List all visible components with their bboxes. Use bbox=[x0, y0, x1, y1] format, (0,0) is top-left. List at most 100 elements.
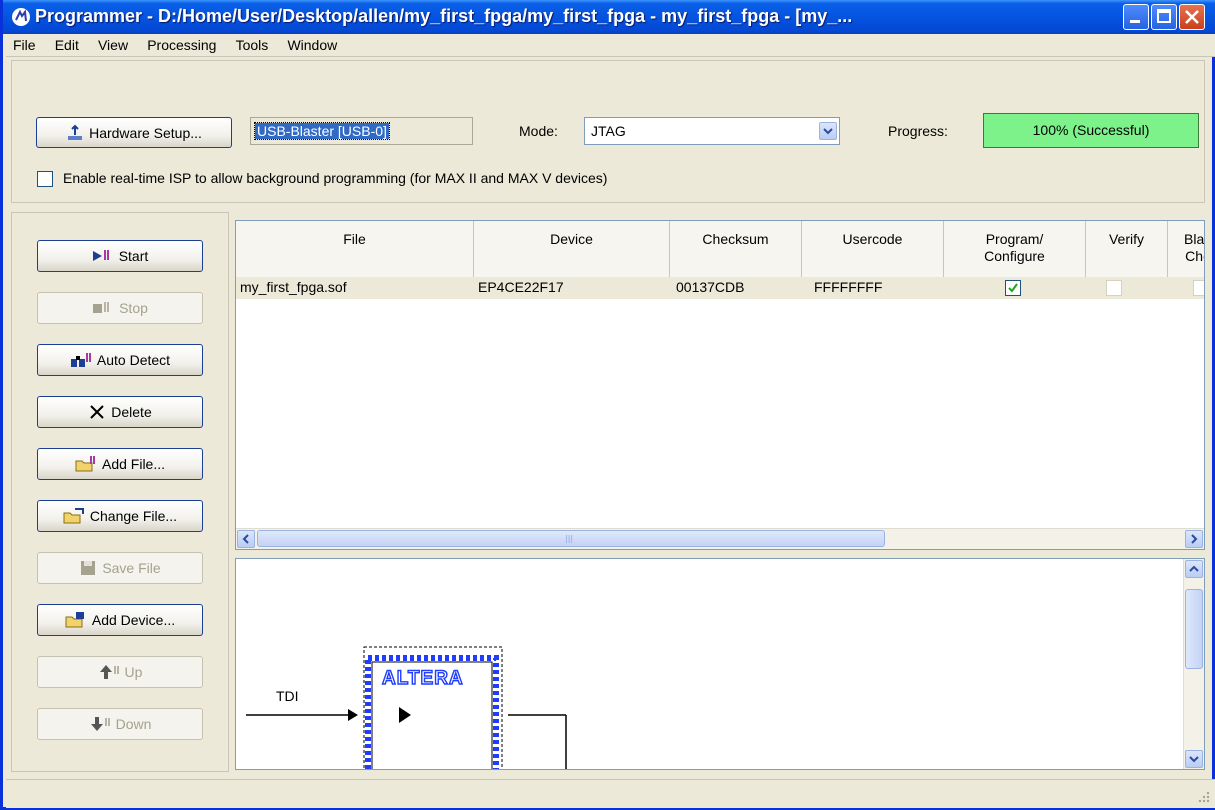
up-button[interactable]: Up bbox=[37, 656, 203, 688]
quartus-app-icon bbox=[12, 8, 30, 26]
scroll-grip-icon: ||| bbox=[565, 534, 574, 543]
menu-edit[interactable]: Edit bbox=[48, 34, 87, 53]
diagram-vertical-scrollbar[interactable] bbox=[1183, 559, 1204, 769]
down-label: Down bbox=[115, 716, 152, 732]
minimize-icon bbox=[1130, 20, 1140, 23]
menu-tools[interactable]: Tools bbox=[229, 34, 277, 53]
menu-view[interactable]: View bbox=[91, 34, 136, 53]
table-horizontal-scrollbar[interactable]: ||| bbox=[236, 528, 1204, 549]
device-file-table: File Device Checksum Usercode Program/ C… bbox=[235, 220, 1205, 550]
hardware-value: USB-Blaster [USB-0] bbox=[254, 122, 390, 140]
mode-value: JTAG bbox=[591, 123, 626, 139]
delete-icon bbox=[88, 403, 106, 421]
col-header-blank-check[interactable]: Blan Che bbox=[1168, 221, 1204, 277]
add-file-label: Add File... bbox=[101, 456, 166, 472]
progress-label: Progress: bbox=[888, 123, 948, 139]
resize-grip-icon[interactable] bbox=[1197, 790, 1211, 804]
mode-select[interactable]: JTAG bbox=[584, 117, 840, 145]
menu-bar: File Edit View Processing Tools Window bbox=[6, 34, 1215, 57]
stop-label: Stop bbox=[119, 300, 148, 316]
tdi-arrow bbox=[348, 709, 358, 721]
status-bar bbox=[6, 779, 1215, 808]
auto-detect-button[interactable]: Auto Detect bbox=[37, 344, 203, 376]
col-header-device[interactable]: Device bbox=[474, 221, 670, 277]
menu-file[interactable]: File bbox=[6, 34, 44, 53]
cell-usercode: FFFFFFFF bbox=[814, 279, 883, 295]
jtag-chain-diagram: TDI ALTERA bbox=[235, 558, 1205, 770]
isp-checkbox[interactable] bbox=[37, 171, 53, 187]
hardware-setup-label: Hardware Setup... bbox=[89, 124, 202, 141]
chain-canvas: TDI ALTERA bbox=[246, 646, 567, 769]
title-bar[interactable]: Programmer - D:/Home/User/Desktop/allen/… bbox=[3, 0, 1215, 34]
change-file-icon bbox=[63, 507, 85, 525]
change-file-label: Change File... bbox=[89, 508, 178, 524]
save-file-label: Save File bbox=[102, 560, 161, 576]
progress-bar: 100% (Successful) bbox=[983, 113, 1199, 148]
table-row[interactable]: my_first_fpga.sof EP4CE22F17 00137CDB FF… bbox=[236, 277, 1204, 299]
down-button[interactable]: Down bbox=[37, 708, 203, 740]
progress-text: 100% (Successful) bbox=[1032, 122, 1150, 138]
scroll-left-button[interactable] bbox=[237, 530, 255, 548]
hardware-field: USB-Blaster [USB-0] bbox=[250, 117, 473, 145]
cell-device: EP4CE22F17 bbox=[478, 279, 564, 295]
delete-label: Delete bbox=[111, 404, 152, 420]
stop-button[interactable]: Stop bbox=[37, 292, 203, 324]
blank-check-checkbox[interactable] bbox=[1193, 280, 1204, 296]
isp-checkbox-label: Enable real-time ISP to allow background… bbox=[63, 170, 608, 186]
close-icon bbox=[1185, 10, 1199, 24]
menu-window[interactable]: Window bbox=[280, 34, 345, 53]
col-header-usercode[interactable]: Usercode bbox=[802, 221, 944, 277]
up-icon bbox=[98, 663, 120, 681]
stop-icon bbox=[92, 300, 114, 316]
start-button[interactable]: Start bbox=[37, 240, 203, 272]
save-file-button[interactable]: Save File bbox=[37, 552, 203, 584]
scroll-up-button[interactable] bbox=[1185, 560, 1203, 578]
cell-checksum: 00137CDB bbox=[676, 279, 745, 295]
menu-processing[interactable]: Processing bbox=[140, 34, 224, 53]
window-title: Programmer - D:/Home/User/Desktop/allen/… bbox=[35, 6, 853, 26]
add-file-icon bbox=[75, 455, 97, 473]
scroll-right-button[interactable] bbox=[1185, 530, 1203, 548]
hardware-setup-button[interactable]: Hardware Setup... bbox=[36, 117, 232, 148]
chevron-down-icon bbox=[823, 128, 833, 135]
altera-logo: ALTERA bbox=[382, 668, 464, 689]
auto-detect-label: Auto Detect bbox=[96, 352, 171, 368]
chevron-up-icon bbox=[1189, 565, 1199, 572]
mode-dropdown-button[interactable] bbox=[819, 122, 837, 140]
checkmark-icon bbox=[1008, 283, 1018, 293]
change-file-button[interactable]: Change File... bbox=[37, 500, 203, 532]
vertical-scroll-thumb[interactable] bbox=[1185, 589, 1203, 669]
down-icon bbox=[89, 715, 111, 733]
program-configure-checkbox[interactable] bbox=[1005, 280, 1021, 296]
scroll-down-button[interactable] bbox=[1185, 750, 1203, 768]
programmer-window: Programmer - D:/Home/User/Desktop/allen/… bbox=[0, 0, 1215, 810]
horizontal-scroll-thumb[interactable]: ||| bbox=[257, 530, 885, 547]
up-label: Up bbox=[124, 664, 143, 680]
auto-detect-icon bbox=[70, 351, 92, 369]
tdi-label: TDI bbox=[276, 688, 299, 704]
start-icon bbox=[92, 248, 114, 264]
add-file-button[interactable]: Add File... bbox=[37, 448, 203, 480]
minimize-button[interactable] bbox=[1123, 4, 1149, 30]
start-label: Start bbox=[118, 248, 149, 264]
verify-checkbox[interactable] bbox=[1106, 280, 1122, 296]
chevron-right-icon bbox=[1191, 534, 1198, 544]
hardware-setup-icon bbox=[68, 124, 83, 140]
chevron-left-icon bbox=[242, 534, 249, 544]
col-header-program-configure[interactable]: Program/ Configure bbox=[944, 221, 1086, 277]
add-device-button[interactable]: Add Device... bbox=[37, 604, 203, 636]
col-header-checksum[interactable]: Checksum bbox=[670, 221, 802, 277]
close-button[interactable] bbox=[1179, 4, 1205, 30]
save-file-icon bbox=[79, 559, 97, 577]
chevron-down-icon bbox=[1189, 756, 1199, 763]
maximize-button[interactable] bbox=[1151, 4, 1177, 30]
col-header-verify[interactable]: Verify bbox=[1086, 221, 1168, 277]
add-device-icon bbox=[65, 611, 87, 629]
cell-file: my_first_fpga.sof bbox=[240, 279, 347, 295]
col-header-file[interactable]: File bbox=[236, 221, 474, 277]
table-header: File Device Checksum Usercode Program/ C… bbox=[236, 221, 1204, 278]
mode-label: Mode: bbox=[519, 123, 558, 139]
add-device-label: Add Device... bbox=[91, 612, 176, 628]
delete-button[interactable]: Delete bbox=[37, 396, 203, 428]
maximize-icon bbox=[1157, 9, 1171, 23]
